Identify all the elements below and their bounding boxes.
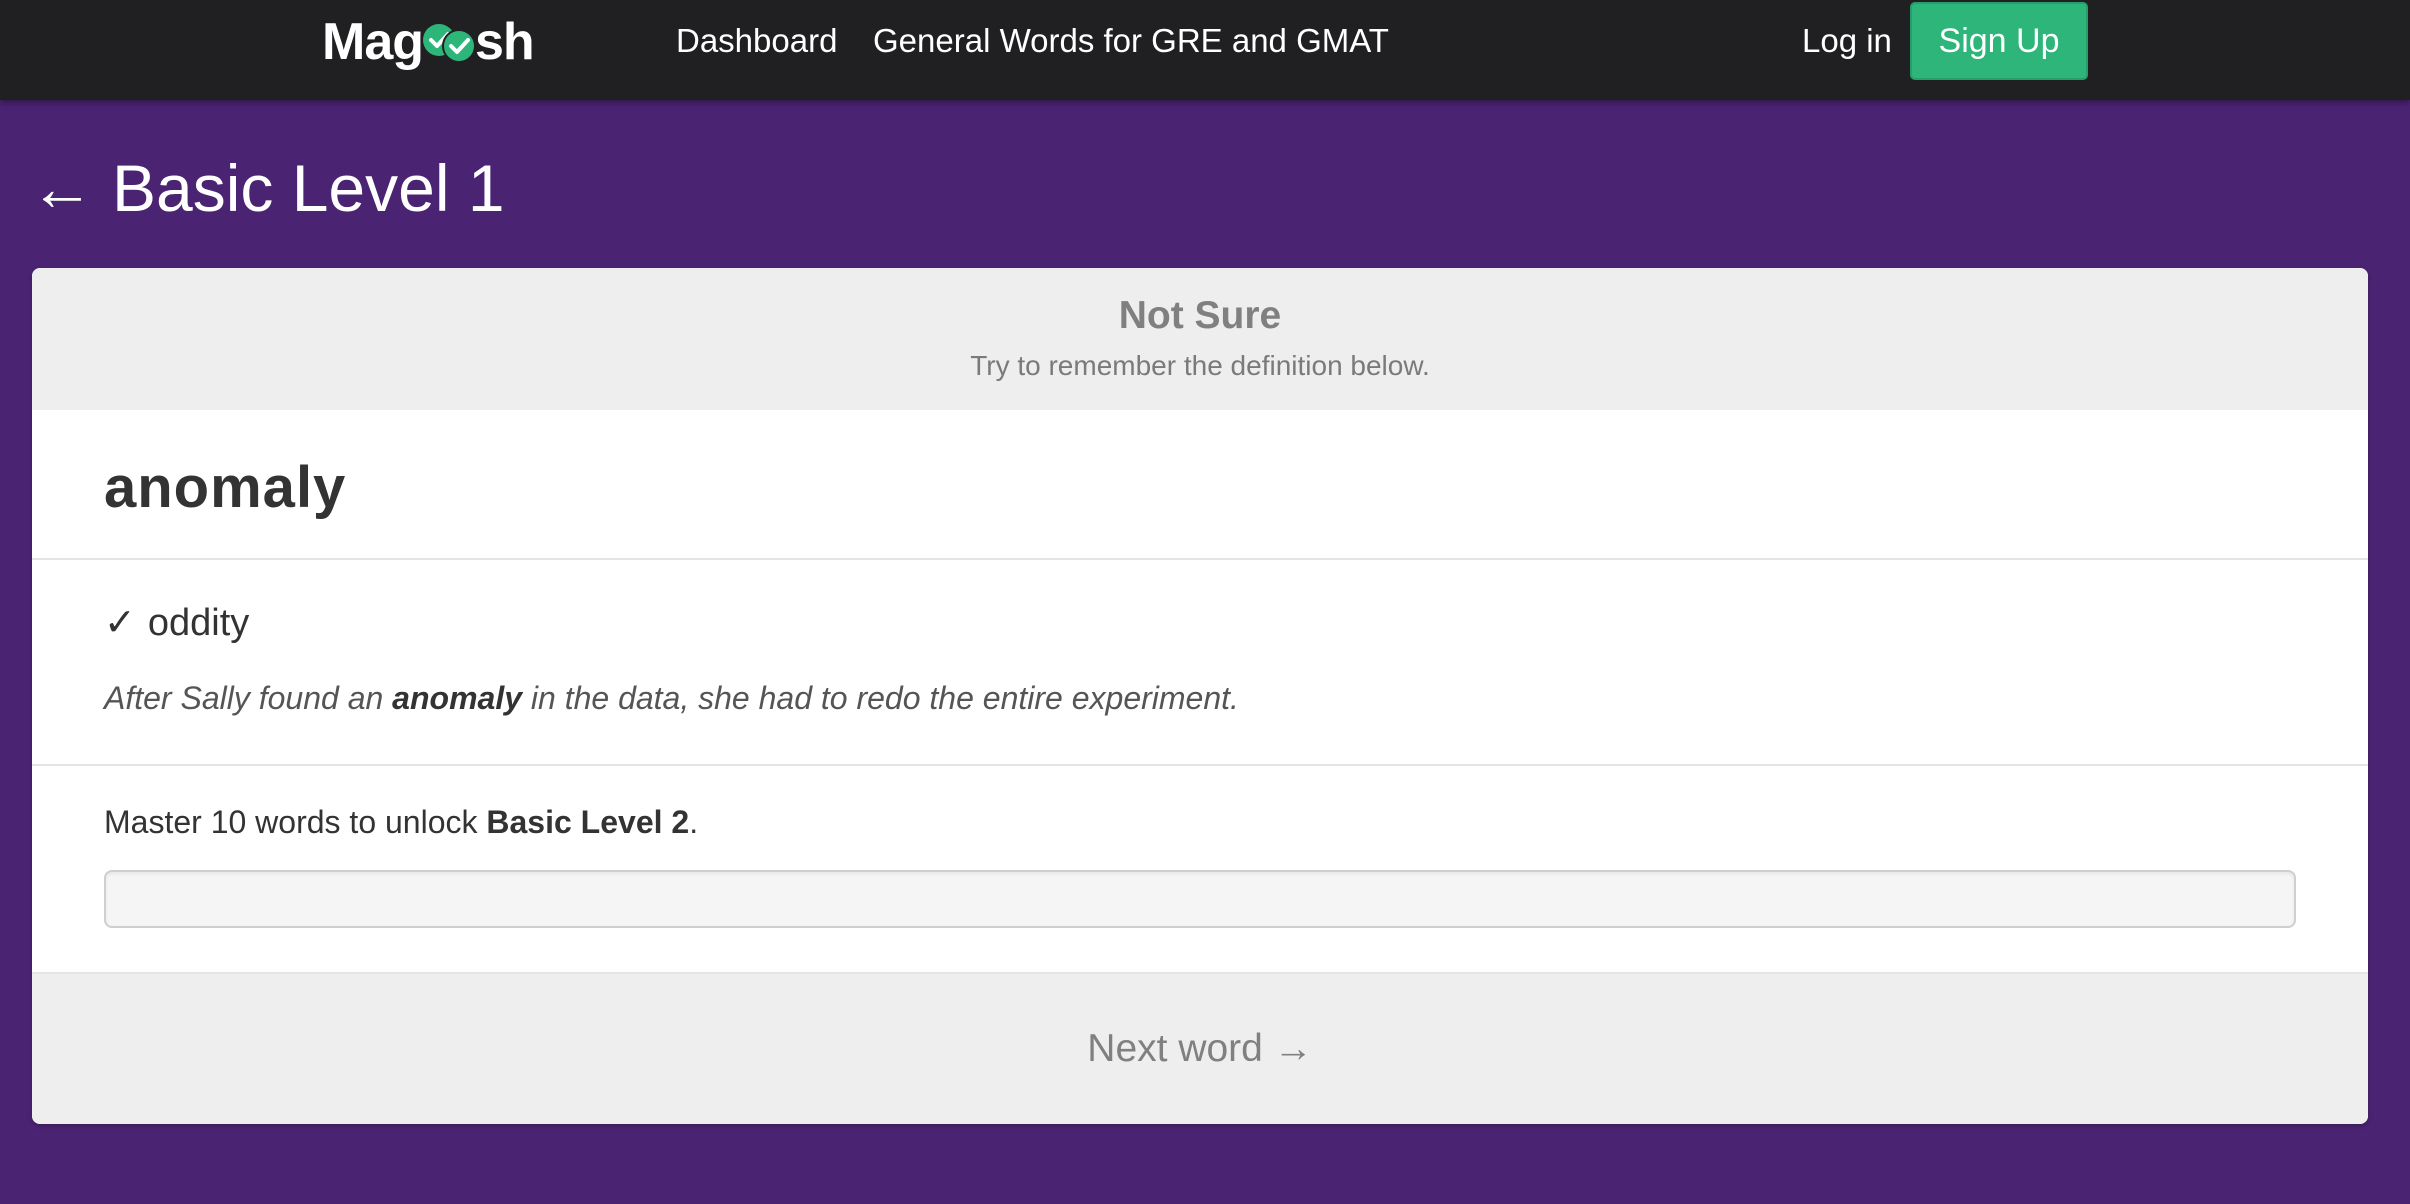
- definition: ✓ oddity: [104, 600, 249, 645]
- logo-text-left: Mag: [322, 13, 424, 71]
- progress-section: Master 10 words to unlock Basic Level 2.: [32, 766, 2368, 974]
- nav-dashboard-link[interactable]: Dashboard: [676, 22, 837, 60]
- status-subtitle: Try to remember the definition below.: [970, 350, 1430, 381]
- logo-check-icons: [421, 20, 477, 64]
- unlock-message: Master 10 words to unlock Basic Level 2.: [104, 804, 698, 841]
- nav-login-link[interactable]: Log in: [1802, 22, 1892, 60]
- example-text-before: After Sally found an: [104, 680, 393, 716]
- logo-text-right: sh: [475, 13, 535, 71]
- page-title: ← Basic Level 1: [30, 148, 505, 228]
- next-section: Next word →: [32, 974, 2368, 1124]
- check-icon: ✓: [104, 602, 136, 644]
- example-sentence: After Sally found an anomaly in the data…: [104, 680, 1239, 717]
- status-title: Not Sure: [1118, 294, 1282, 337]
- flashcard: Not Sure Try to remember the definition …: [32, 268, 2368, 1124]
- double-check-icon: [423, 24, 476, 63]
- definition-section: ✓ oddity After Sally found an anomaly in …: [32, 560, 2368, 766]
- unlock-level: Basic Level 2: [486, 804, 690, 840]
- example-highlight-word: anomaly: [392, 680, 522, 716]
- example-text-after: in the data, she had to redo the entire …: [522, 680, 1239, 716]
- nav-general-words-link[interactable]: General Words for GRE and GMAT: [873, 22, 1389, 60]
- magoosh-logo[interactable]: Mag sh: [322, 12, 535, 72]
- unlock-suffix: .: [689, 804, 699, 840]
- top-navbar: Mag sh Dashboard General Words for GRE a…: [0, 0, 2410, 100]
- definition-text: oddity: [147, 602, 250, 644]
- mastery-progress-bar: [104, 870, 2296, 928]
- unlock-prefix: Master 10 words to unlock: [104, 804, 487, 840]
- vocab-word: anomaly: [104, 455, 347, 520]
- word-section: anomaly: [32, 410, 2368, 560]
- level-title: Basic Level 1: [112, 151, 505, 225]
- back-arrow-icon[interactable]: ←: [30, 151, 94, 225]
- status-header: Not Sure Try to remember the definition …: [32, 268, 2368, 410]
- signup-button[interactable]: Sign Up: [1910, 2, 2088, 80]
- next-word-button[interactable]: Next word →: [1087, 1027, 1312, 1071]
